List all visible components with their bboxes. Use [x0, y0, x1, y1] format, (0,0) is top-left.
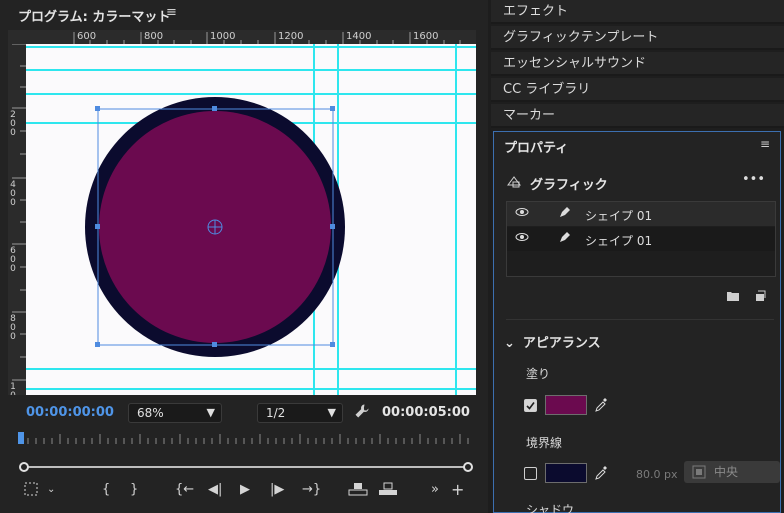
safe-margins-icon[interactable]: [24, 482, 38, 500]
tab-graphic-templates[interactable]: グラフィックテンプレート: [491, 26, 784, 50]
ruler-label-1400: 1400: [346, 31, 372, 42]
vruler-digit: 0: [9, 392, 17, 396]
tab-markers[interactable]: マーカー: [491, 104, 784, 128]
resolution-value: 1/2: [266, 406, 286, 420]
wrench-icon[interactable]: [354, 403, 370, 423]
chevron-down-icon: ⌄: [504, 336, 515, 351]
right-panel: エフェクト グラフィックテンプレート エッセンシャルサウンド CC ライブラリ …: [491, 0, 784, 513]
stroke-width-unit: px: [664, 468, 678, 481]
stroke-align-dropdown[interactable]: 中央: [684, 461, 780, 483]
resolution-dropdown[interactable]: 1/2 ▼: [257, 403, 343, 423]
mini-ruler-ticks: [19, 434, 477, 444]
graphic-header: グラフィック •••: [504, 172, 774, 193]
add-button[interactable]: +: [451, 480, 464, 499]
fill-label: 塗り: [526, 367, 551, 381]
go-to-out-button[interactable]: →}: [302, 482, 321, 497]
chevron-down-icon[interactable]: ⌄: [47, 484, 55, 495]
graphic-label: グラフィック: [530, 178, 608, 193]
program-monitor: プログラム: カラーマット ≡ 600 800 1000 1200 1400 1…: [0, 0, 488, 513]
fill-checkbox[interactable]: [524, 399, 537, 412]
transport-controls: ⌄ { } {← ◀| ▶ |▶ →} » +: [0, 480, 488, 504]
mark-in-button[interactable]: {: [102, 482, 110, 497]
vruler-ticks: [12, 44, 26, 381]
ruler-label-1000: 1000: [210, 31, 236, 42]
shadow-label: シャドウ: [526, 503, 575, 513]
chevron-down-icon: ▼: [327, 406, 336, 419]
vruler-digit: 0: [10, 264, 16, 274]
program-viewer[interactable]: 600 800 1000 1200 1400 1600 2 0 0 4 0 0 …: [8, 30, 476, 395]
vruler-label-400: 4 0 0: [9, 181, 17, 208]
folder-icon[interactable]: [726, 290, 740, 305]
layer-row[interactable]: シェイプ 01: [507, 202, 775, 226]
tab-cc-libraries[interactable]: CC ライブラリ: [491, 78, 784, 102]
eyedropper-icon[interactable]: [594, 397, 608, 416]
eye-icon[interactable]: [515, 230, 529, 247]
layer-name: シェイプ 01: [585, 209, 653, 223]
eye-icon[interactable]: [515, 205, 529, 222]
current-timecode[interactable]: 00:00:00:00: [26, 405, 114, 420]
vruler-label-600: 6 0 0: [9, 247, 17, 274]
pen-icon: [557, 204, 573, 223]
ruler-label-800: 800: [144, 31, 164, 42]
canvas-graphics: [26, 44, 476, 395]
zoom-dropdown[interactable]: 68% ▼: [128, 403, 222, 423]
stroke-checkbox[interactable]: [524, 467, 537, 480]
program-canvas[interactable]: [26, 44, 476, 395]
vruler-label-800: 8 0 0: [9, 315, 17, 342]
monitor-menu-icon[interactable]: ≡: [166, 5, 177, 20]
appearance-label: アピアランス: [522, 336, 601, 351]
stroke-width-value[interactable]: 80.0: [636, 468, 661, 481]
step-forward-button[interactable]: |▶: [270, 482, 284, 497]
tab-effects[interactable]: エフェクト: [491, 0, 784, 24]
eyedropper-icon[interactable]: [594, 465, 608, 484]
properties-panel: プロパティ ≡ グラフィック ••• シェイプ 01 シェイプ 01 ⌄ アピア…: [493, 131, 781, 513]
properties-title: プロパティ: [504, 141, 569, 156]
stroke-color-swatch[interactable]: [545, 463, 587, 483]
stroke-align-icon: [692, 461, 706, 486]
mini-timeline-ruler[interactable]: [18, 430, 477, 448]
chevron-down-icon: ▼: [206, 406, 215, 419]
layer-name: シェイプ 01: [585, 234, 653, 248]
vruler-label-200: 2 0 0: [9, 111, 17, 138]
zoom-scrollbar[interactable]: [22, 466, 470, 468]
new-item-icon[interactable]: [754, 290, 766, 305]
more-options-icon[interactable]: •••: [742, 172, 765, 187]
duration-timecode: 00:00:05:00: [382, 405, 470, 420]
appearance-section-header[interactable]: ⌄ アピアランス: [504, 332, 601, 351]
monitor-controls: 00:00:00:00 68% ▼ 1/2 ▼ 00:00:05:00: [0, 402, 488, 424]
play-button[interactable]: ▶: [240, 482, 250, 497]
divider: [506, 319, 774, 320]
monitor-title: プログラム: カラーマット: [18, 10, 171, 25]
vruler-digit: 0: [10, 198, 16, 208]
anchor-point-icon: [207, 219, 223, 235]
playhead[interactable]: [18, 432, 24, 444]
layer-row[interactable]: シェイプ 01: [507, 227, 775, 251]
vruler-digit: 0: [10, 332, 16, 342]
zoom-value: 68%: [137, 406, 164, 420]
properties-menu-icon[interactable]: ≡: [760, 137, 770, 151]
vertical-ruler: 2 0 0 4 0 0 6 0 0 8 0 0 1 0: [8, 44, 26, 395]
stroke-align-value: 中央: [714, 465, 739, 479]
vruler-digit: 0: [10, 128, 16, 138]
layer-list: シェイプ 01 シェイプ 01: [506, 201, 776, 277]
mark-out-button[interactable]: }: [130, 482, 138, 497]
fill-color-swatch[interactable]: [545, 395, 587, 415]
scrollbar-handle-right[interactable]: [463, 462, 473, 472]
tab-essential-sound[interactable]: エッセンシャルサウンド: [491, 52, 784, 76]
ruler-label-1600: 1600: [413, 31, 439, 42]
extract-icon[interactable]: [378, 482, 398, 500]
step-back-button[interactable]: ◀|: [208, 482, 222, 497]
go-to-in-button[interactable]: {←: [175, 482, 194, 497]
pen-icon: [557, 229, 573, 248]
ruler-label-1200: 1200: [278, 31, 304, 42]
ruler-label-600: 600: [77, 31, 97, 42]
lift-icon[interactable]: [348, 482, 368, 500]
graphic-icon: [506, 173, 522, 192]
more-buttons-icon[interactable]: »: [431, 482, 439, 497]
horizontal-ruler: 600 800 1000 1200 1400 1600: [8, 30, 476, 44]
stroke-label: 境界線: [526, 436, 563, 450]
vruler-label-1000: 1 0: [9, 383, 17, 396]
scrollbar-handle-left[interactable]: [19, 462, 29, 472]
